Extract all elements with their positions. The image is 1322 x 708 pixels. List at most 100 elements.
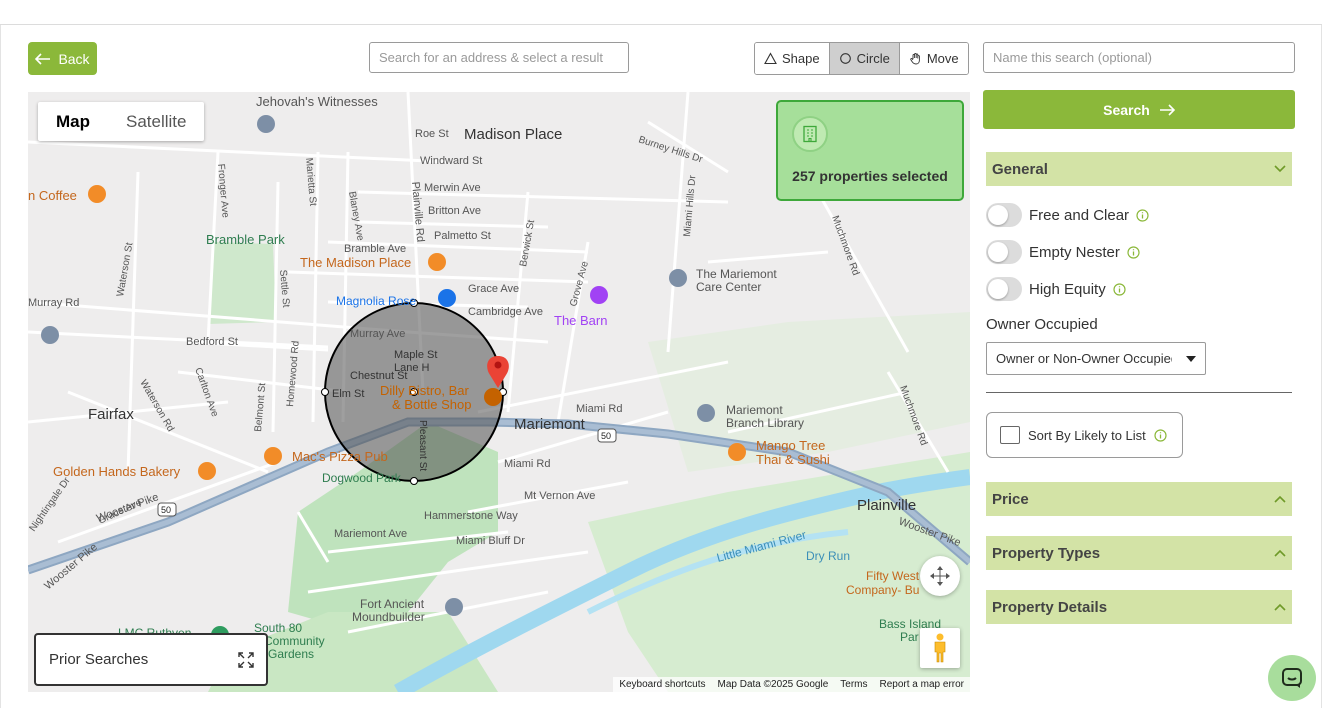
map-label: Gardens — [268, 647, 314, 661]
back-button[interactable]: Back — [28, 42, 97, 75]
map-label: Miami Bluff Dr — [456, 535, 525, 547]
info-icon[interactable] — [1113, 282, 1126, 296]
map-type-map-button[interactable]: Map — [38, 102, 108, 141]
map-label: Madison Place — [464, 126, 562, 143]
map-data-credit: Map Data ©2025 Google — [717, 679, 829, 690]
map-label: Moundbuilder — [352, 610, 425, 624]
chat-launcher-button[interactable] — [1268, 655, 1316, 701]
circle-tool-button[interactable]: Circle — [829, 43, 900, 74]
map-label: Community — [264, 634, 325, 648]
map-label: Mango Tree — [756, 438, 825, 453]
draw-tool-group: Shape Circle Move — [754, 42, 969, 75]
map-camera-control[interactable] — [920, 556, 960, 596]
map-label: Murray Rd — [28, 297, 79, 309]
map-label: Chestnut St — [350, 370, 407, 382]
map-label: & Bottle Shop — [392, 397, 472, 412]
selection-summary-card: 257 properties selected — [776, 100, 964, 201]
search-button[interactable]: Search — [983, 90, 1295, 129]
map-label: Palmetto St — [434, 230, 491, 242]
map-label: Miami Rd — [576, 403, 622, 415]
properties-selected-count: 257 properties selected — [792, 168, 948, 184]
map-label: Hammerstone Way — [424, 510, 518, 522]
expand-icon[interactable] — [238, 651, 254, 668]
map-type-control: Map Satellite — [38, 102, 205, 141]
free-and-clear-toggle[interactable] — [986, 203, 1022, 227]
map-label: Murray Ave — [350, 328, 405, 340]
map-label: n Coffee — [28, 188, 77, 203]
top-bar — [0, 0, 1322, 25]
hand-icon — [910, 52, 920, 65]
move-tool-label: Move — [926, 51, 959, 66]
empty-nester-toggle[interactable] — [986, 240, 1022, 264]
map-label: Mac's Pizza Pub — [292, 449, 388, 464]
move-arrows-icon — [930, 566, 950, 586]
map-attribution: Keyboard shortcuts Map Data ©2025 Google… — [613, 677, 970, 692]
circle-handle[interactable] — [410, 477, 418, 485]
move-tool-button[interactable]: Move — [899, 43, 968, 74]
map-label: Dilly Bistro, Bar — [380, 383, 470, 398]
high-equity-toggle[interactable] — [986, 277, 1022, 301]
toggle-row-high-equity: High Equity — [986, 276, 1126, 302]
map-label: Merwin Ave — [424, 182, 481, 194]
map-label: Dogwood Park — [322, 471, 402, 485]
building-icon — [792, 116, 828, 152]
search-button-label: Search — [1103, 101, 1150, 118]
map-label: Pleasant St — [417, 420, 428, 471]
map-label: Mariemont Ave — [334, 528, 407, 540]
map-label: Mt Vernon Ave — [524, 490, 595, 502]
info-icon[interactable] — [1154, 428, 1167, 442]
triangle-icon — [764, 52, 777, 65]
shape-tool-label: Shape — [782, 51, 820, 66]
map-label: Elm St — [332, 388, 364, 400]
map-label: Magnolia Rose — [336, 294, 416, 308]
chevron-down-icon — [1274, 165, 1286, 173]
property-types-section-header[interactable]: Property Types — [986, 536, 1292, 570]
keyboard-shortcuts-link[interactable]: Keyboard shortcuts — [619, 679, 705, 690]
chevron-up-icon — [1274, 603, 1286, 611]
map-label: Plainville — [857, 497, 916, 514]
sort-by-likely-to-list-box: Sort By Likely to List — [986, 412, 1183, 458]
map-label: Branch Library — [726, 416, 804, 430]
prior-searches-panel[interactable]: Prior Searches — [34, 633, 268, 686]
address-search-input[interactable] — [369, 42, 629, 73]
map-canvas[interactable]: 50 50 Jehovah's Witnesses Madison Place … — [28, 92, 970, 692]
owner-occupied-value: Owner or Non-Owner Occupied — [996, 351, 1172, 366]
map-label: Britton Ave — [428, 205, 481, 217]
circle-handle[interactable] — [321, 388, 329, 396]
arrow-left-icon — [35, 52, 51, 65]
map-label: Par — [900, 630, 919, 644]
high-equity-label: High Equity — [1029, 280, 1106, 298]
map-label: Fifty West — [866, 569, 920, 583]
terms-link[interactable]: Terms — [840, 679, 867, 690]
property-details-section-label: Property Details — [992, 598, 1108, 616]
map-label: The Barn — [554, 313, 607, 328]
property-types-section-label: Property Types — [992, 544, 1101, 562]
street-view-pegman[interactable] — [920, 628, 960, 668]
property-details-section-header[interactable]: Property Details — [986, 590, 1292, 624]
map-label: Company- Bu — [846, 583, 919, 597]
back-button-label: Back — [58, 50, 90, 67]
map-label: Mariemont — [514, 416, 586, 433]
owner-occupied-select[interactable]: Owner or Non-Owner Occupied — [986, 342, 1206, 375]
report-error-link[interactable]: Report a map error — [880, 679, 964, 690]
shape-tool-button[interactable]: Shape — [755, 43, 830, 74]
map-label: Jehovah's Witnesses — [256, 94, 378, 109]
pegman-icon — [934, 633, 946, 663]
map-type-satellite-button[interactable]: Satellite — [108, 102, 204, 141]
general-section-header[interactable]: General — [986, 152, 1292, 186]
search-name-input[interactable] — [983, 42, 1295, 73]
price-section-label: Price — [992, 490, 1029, 508]
map-label: Golden Hands Bakery — [53, 464, 181, 479]
info-icon[interactable] — [1136, 208, 1149, 222]
price-section-header[interactable]: Price — [986, 482, 1292, 516]
map-label: Grace Ave — [468, 283, 519, 295]
chat-icon — [1282, 668, 1302, 688]
map-label: Bramble Ave — [344, 243, 406, 255]
owner-occupied-label: Owner Occupied — [986, 316, 1098, 333]
empty-nester-label: Empty Nester — [1029, 243, 1120, 261]
sort-by-likely-checkbox[interactable] — [1000, 426, 1020, 444]
info-icon[interactable] — [1127, 245, 1140, 259]
map-label: Maple St — [394, 349, 437, 361]
caret-down-icon — [1186, 355, 1196, 362]
map-label: The Mariemont — [696, 267, 777, 281]
